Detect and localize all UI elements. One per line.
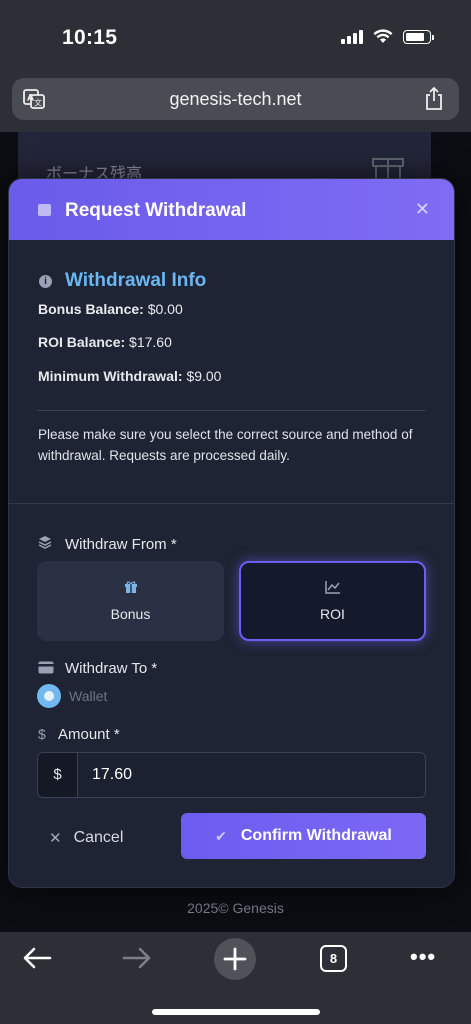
modal-header: Request Withdrawal ✕ — [9, 179, 454, 240]
minimum-withdrawal-row: Minimum Withdrawal: $9.00 — [38, 368, 221, 384]
dollar-icon: $ — [38, 726, 46, 742]
more-icon[interactable]: ••• — [410, 944, 436, 970]
forward-arrow-icon[interactable] — [122, 946, 152, 970]
back-arrow-icon[interactable] — [22, 946, 52, 970]
url-text[interactable]: genesis-tech.net — [12, 89, 459, 110]
browser-toolbar: 8 ••• — [0, 932, 471, 1024]
gift-icon — [37, 580, 224, 599]
divider — [37, 410, 426, 411]
confirm-withdrawal-button[interactable]: ✔ Confirm Withdrawal — [181, 813, 426, 859]
amount-label: Amount * — [58, 726, 120, 743]
wallet-radio-label[interactable]: Wallet — [69, 688, 107, 704]
chart-line-icon — [241, 580, 424, 599]
tab-count-button[interactable]: 8 — [320, 945, 347, 972]
withdraw-to-label: Withdraw To * — [65, 660, 158, 677]
source-option-bonus[interactable]: Bonus — [37, 561, 224, 641]
withdrawal-modal: Request Withdrawal ✕ i Withdrawal Info B… — [8, 178, 455, 888]
wallet-icon — [38, 204, 51, 216]
amount-prefix: $ — [38, 753, 78, 797]
new-tab-button[interactable] — [214, 938, 256, 980]
amount-field[interactable]: $ — [37, 752, 426, 798]
info-row-value: $9.00 — [186, 368, 222, 384]
roi-balance-row: ROI Balance: $17.60 — [38, 334, 172, 350]
close-icon[interactable]: ✕ — [415, 199, 430, 220]
source-option-roi[interactable]: ROI — [239, 561, 426, 641]
plus-icon — [223, 947, 247, 971]
status-bar: 10:15 — [0, 0, 471, 76]
withdraw-from-label: Withdraw From * — [65, 536, 177, 553]
info-row-label: ROI Balance: — [38, 334, 126, 350]
info-row-label: Bonus Balance: — [38, 301, 144, 317]
modal-title: Request Withdrawal — [65, 200, 247, 221]
share-icon[interactable] — [423, 86, 445, 112]
footer-copyright: 2025© Genesis — [187, 900, 284, 916]
info-title: Withdrawal Info — [65, 270, 207, 291]
status-icons — [341, 29, 434, 44]
layers-icon — [38, 536, 52, 549]
info-row-value: $17.60 — [129, 334, 172, 350]
source-option-label: ROI — [320, 606, 345, 622]
address-bar[interactable]: A 文 genesis-tech.net — [12, 78, 459, 120]
gift-icon — [372, 158, 404, 180]
amount-input[interactable] — [78, 753, 425, 797]
confirm-button-label: Confirm Withdrawal — [240, 827, 392, 844]
info-note: Please make sure you select the correct … — [38, 427, 413, 463]
source-option-label: Bonus — [110, 606, 151, 622]
cancel-button-label: Cancel — [73, 829, 124, 846]
info-row-label: Minimum Withdrawal: — [38, 368, 183, 384]
bonus-balance-row: Bonus Balance: $0.00 — [38, 301, 183, 317]
divider — [9, 503, 454, 504]
info-row-value: $0.00 — [147, 301, 183, 317]
info-icon: i — [39, 275, 52, 288]
cellular-signal-icon — [341, 29, 363, 44]
wallet-radio[interactable] — [37, 684, 61, 708]
credit-card-icon — [38, 661, 54, 674]
wifi-icon — [373, 29, 393, 43]
status-time: 10:15 — [62, 26, 118, 49]
battery-icon — [403, 29, 434, 44]
close-icon: ✕ — [49, 830, 62, 847]
browser-address-area: A 文 genesis-tech.net — [0, 76, 471, 132]
check-icon: ✔ — [215, 827, 227, 844]
cancel-button[interactable]: ✕ Cancel — [49, 819, 159, 857]
home-indicator — [152, 1009, 320, 1015]
